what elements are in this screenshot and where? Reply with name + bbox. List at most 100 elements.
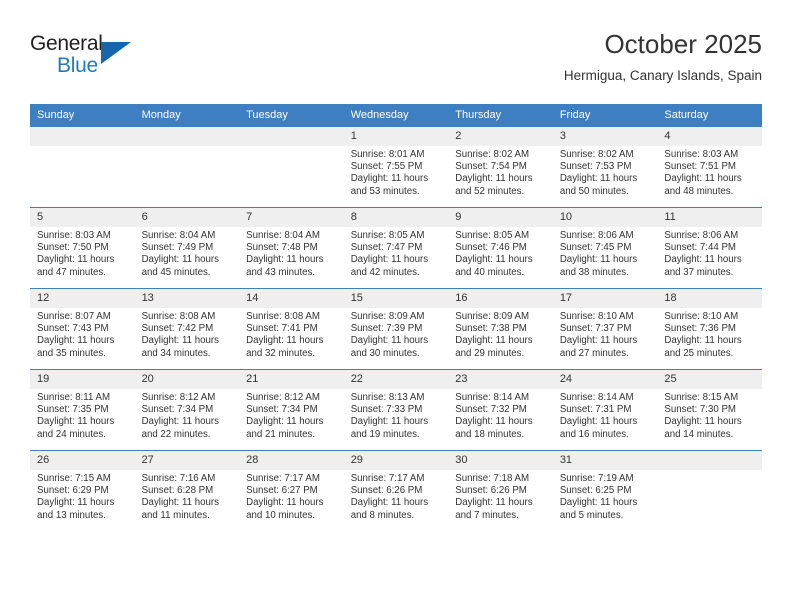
daylight-text-line1: Daylight: 11 hours <box>559 254 638 266</box>
day-cell-content: 4 Sunrise: 8:03 AM Sunset: 7:51 PM Daylight… <box>657 127 762 207</box>
daylight-text-line1: Daylight: 11 hours <box>455 173 533 185</box>
calendar-day-cell[interactable]: 5 Sunrise: 8:03 AM Sunset: 7:50 PM Daylight… <box>30 207 135 289</box>
daylight-text-line1: Daylight: 11 hours <box>350 335 429 347</box>
calendar-day-cell[interactable]: 25 Sunrise: 8:15 AM Sunset: 7:30 PM Dayligh… <box>657 369 762 451</box>
day-number: 23 <box>448 370 553 389</box>
day-cell-content: 27 Sunrise: 7:16 AM Sunset: 6:28 PM Dayligh… <box>134 451 240 531</box>
daylight-text-line1: Daylight: 11 hours <box>246 335 324 347</box>
sunrise-text: Sunrise: 8:06 AM <box>559 230 634 241</box>
daylight-text-line1: Daylight: 11 hours <box>350 416 429 428</box>
day-sun-info: Sunrise: 8:09 AM Sunset: 7:39 PM Daylight:… <box>344 308 449 360</box>
calendar-day-cell[interactable]: 2 Sunrise: 8:02 AM Sunset: 7:54 PM Daylight… <box>448 126 553 208</box>
daylight-text-line2: and 34 minutes. <box>141 347 211 359</box>
general-blue-logo[interactable]: General Blue <box>30 32 150 84</box>
daylight-text-line1: Daylight: 11 hours <box>350 173 429 185</box>
daylight-text-line1: Daylight: 11 hours <box>350 254 429 266</box>
day-cell-content: 11 Sunrise: 8:06 AM Sunset: 7:44 PM Dayligh… <box>657 208 762 288</box>
calendar-day-cell[interactable]: 11 Sunrise: 8:06 AM Sunset: 7:44 PM Dayligh… <box>657 207 762 289</box>
logo-text-general: General <box>30 32 103 55</box>
sunrise-text: Sunrise: 8:02 AM <box>559 149 634 160</box>
day-cell-content: 31 Sunrise: 7:19 AM Sunset: 6:25 PM Dayligh… <box>552 451 658 531</box>
daylight-text-line1: Daylight: 11 hours <box>559 335 638 347</box>
sunset-text: Sunset: 7:31 PM <box>559 404 632 416</box>
calendar-day-cell[interactable]: 7 Sunrise: 8:04 AM Sunset: 7:48 PM Daylight… <box>239 207 344 289</box>
daylight-text-line2: and 5 minutes. <box>559 509 624 521</box>
day-sun-info: Sunrise: 7:15 AM Sunset: 6:29 PM Daylight:… <box>30 470 135 522</box>
sunrise-text: Sunrise: 8:08 AM <box>246 311 320 322</box>
calendar-day-cell[interactable]: 21 Sunrise: 8:12 AM Sunset: 7:34 PM Dayligh… <box>239 369 344 451</box>
calendar-empty-cell <box>239 126 344 208</box>
day-cell-content <box>239 127 344 207</box>
day-cell-content <box>134 127 240 207</box>
day-cell-content: 21 Sunrise: 8:12 AM Sunset: 7:34 PM Dayligh… <box>239 370 344 450</box>
daylight-text-line2: and 22 minutes. <box>141 428 211 440</box>
sunrise-text: Sunrise: 8:07 AM <box>37 311 111 322</box>
daylight-text-line1: Daylight: 11 hours <box>664 335 742 347</box>
day-sun-info: Sunrise: 8:08 AM Sunset: 7:42 PM Daylight:… <box>135 308 240 360</box>
day-cell-content: 17 Sunrise: 8:10 AM Sunset: 7:37 PM Dayligh… <box>552 289 658 369</box>
day-cell-content: 15 Sunrise: 8:09 AM Sunset: 7:39 PM Dayligh… <box>343 289 449 369</box>
calendar-day-cell[interactable]: 9 Sunrise: 8:05 AM Sunset: 7:46 PM Daylight… <box>448 207 553 289</box>
calendar-day-cell[interactable]: 6 Sunrise: 8:04 AM Sunset: 7:49 PM Daylight… <box>134 207 240 289</box>
daylight-text-line1: Daylight: 11 hours <box>559 173 638 185</box>
daylight-text-line1: Daylight: 11 hours <box>141 497 219 509</box>
day-number: 28 <box>239 451 344 470</box>
calendar-day-cell[interactable]: 10 Sunrise: 8:06 AM Sunset: 7:45 PM Dayligh… <box>552 207 658 289</box>
calendar-day-cell[interactable]: 26 Sunrise: 7:15 AM Sunset: 6:29 PM Dayligh… <box>30 450 135 531</box>
sunset-text: Sunset: 7:34 PM <box>246 404 318 416</box>
calendar-day-cell[interactable]: 16 Sunrise: 8:09 AM Sunset: 7:38 PM Dayligh… <box>448 288 553 370</box>
calendar-day-cell[interactable]: 15 Sunrise: 8:09 AM Sunset: 7:39 PM Dayligh… <box>343 288 449 370</box>
calendar-day-cell[interactable]: 12 Sunrise: 8:07 AM Sunset: 7:43 PM Dayligh… <box>30 288 135 370</box>
day-number: 24 <box>552 370 658 389</box>
calendar-day-cell[interactable]: 22 Sunrise: 8:13 AM Sunset: 7:33 PM Dayligh… <box>343 369 449 451</box>
day-number: 10 <box>552 208 658 227</box>
day-cell-content: 3 Sunrise: 8:02 AM Sunset: 7:53 PM Daylight… <box>552 127 658 207</box>
calendar-day-cell[interactable]: 8 Sunrise: 8:05 AM Sunset: 7:47 PM Daylight… <box>343 207 449 289</box>
day-number <box>239 127 344 146</box>
sunset-text: Sunset: 7:49 PM <box>141 242 214 254</box>
sunset-text: Sunset: 6:28 PM <box>141 485 214 497</box>
calendar-day-cell[interactable]: 13 Sunrise: 8:08 AM Sunset: 7:42 PM Dayligh… <box>134 288 240 370</box>
sunrise-text: Sunrise: 7:17 AM <box>246 473 320 484</box>
day-cell-content: 10 Sunrise: 8:06 AM Sunset: 7:45 PM Dayligh… <box>552 208 658 288</box>
sunrise-text: Sunrise: 8:13 AM <box>350 392 425 403</box>
calendar-day-cell[interactable]: 20 Sunrise: 8:12 AM Sunset: 7:34 PM Dayligh… <box>134 369 240 451</box>
daylight-text-line2: and 50 minutes. <box>559 185 629 197</box>
day-sun-info: Sunrise: 7:17 AM Sunset: 6:27 PM Daylight:… <box>239 470 344 522</box>
calendar-day-cell[interactable]: 18 Sunrise: 8:10 AM Sunset: 7:36 PM Dayligh… <box>657 288 762 370</box>
day-sun-info: Sunrise: 8:10 AM Sunset: 7:37 PM Daylight:… <box>553 308 658 360</box>
daylight-text-line2: and 53 minutes. <box>350 185 420 197</box>
day-sun-info: Sunrise: 8:01 AM Sunset: 7:55 PM Daylight:… <box>344 146 449 198</box>
calendar-day-cell[interactable]: 1 Sunrise: 8:01 AM Sunset: 7:55 PM Daylight… <box>343 126 449 208</box>
sunset-text: Sunset: 7:38 PM <box>455 323 527 335</box>
calendar-day-cell[interactable]: 3 Sunrise: 8:02 AM Sunset: 7:53 PM Daylight… <box>552 126 658 208</box>
sunrise-text: Sunrise: 8:01 AM <box>350 149 425 160</box>
day-number: 27 <box>134 451 240 470</box>
calendar-day-cell[interactable]: 31 Sunrise: 7:19 AM Sunset: 6:25 PM Dayligh… <box>552 450 658 531</box>
calendar-day-cell[interactable]: 28 Sunrise: 7:17 AM Sunset: 6:27 PM Dayligh… <box>239 450 344 531</box>
calendar-day-cell[interactable]: 30 Sunrise: 7:18 AM Sunset: 6:26 PM Dayligh… <box>448 450 553 531</box>
calendar-day-cell[interactable]: 29 Sunrise: 7:17 AM Sunset: 6:26 PM Dayligh… <box>343 450 449 531</box>
sunset-text: Sunset: 6:29 PM <box>37 485 109 497</box>
calendar-day-cell[interactable]: 14 Sunrise: 8:08 AM Sunset: 7:41 PM Dayligh… <box>239 288 344 370</box>
day-cell-content <box>30 127 135 207</box>
daylight-text-line1: Daylight: 11 hours <box>246 497 324 509</box>
sunrise-text: Sunrise: 7:18 AM <box>455 473 530 484</box>
calendar-day-cell[interactable]: 19 Sunrise: 8:11 AM Sunset: 7:35 PM Dayligh… <box>30 369 135 451</box>
daylight-text-line2: and 37 minutes. <box>664 266 734 278</box>
day-sun-info: Sunrise: 7:16 AM Sunset: 6:28 PM Daylight:… <box>135 470 240 522</box>
day-sun-info: Sunrise: 8:06 AM Sunset: 7:45 PM Daylight:… <box>553 227 658 279</box>
daylight-text-line1: Daylight: 11 hours <box>559 416 638 428</box>
day-sun-info: Sunrise: 7:19 AM Sunset: 6:25 PM Daylight:… <box>553 470 658 522</box>
daylight-text-line2: and 48 minutes. <box>664 185 734 197</box>
calendar-day-cell[interactable]: 24 Sunrise: 8:14 AM Sunset: 7:31 PM Dayligh… <box>552 369 658 451</box>
calendar-empty-cell <box>30 126 135 208</box>
calendar-day-cell[interactable]: 23 Sunrise: 8:14 AM Sunset: 7:32 PM Dayligh… <box>448 369 553 451</box>
day-sun-info: Sunrise: 8:02 AM Sunset: 7:53 PM Daylight:… <box>553 146 658 198</box>
calendar-day-cell[interactable]: 4 Sunrise: 8:03 AM Sunset: 7:51 PM Daylight… <box>657 126 762 208</box>
day-sun-info: Sunrise: 8:11 AM Sunset: 7:35 PM Daylight:… <box>30 389 135 441</box>
calendar-day-cell[interactable]: 27 Sunrise: 7:16 AM Sunset: 6:28 PM Dayligh… <box>134 450 240 531</box>
calendar-day-cell[interactable]: 17 Sunrise: 8:10 AM Sunset: 7:37 PM Dayligh… <box>552 288 658 370</box>
sunset-text: Sunset: 6:25 PM <box>559 485 632 497</box>
daylight-text-line1: Daylight: 11 hours <box>37 416 115 428</box>
